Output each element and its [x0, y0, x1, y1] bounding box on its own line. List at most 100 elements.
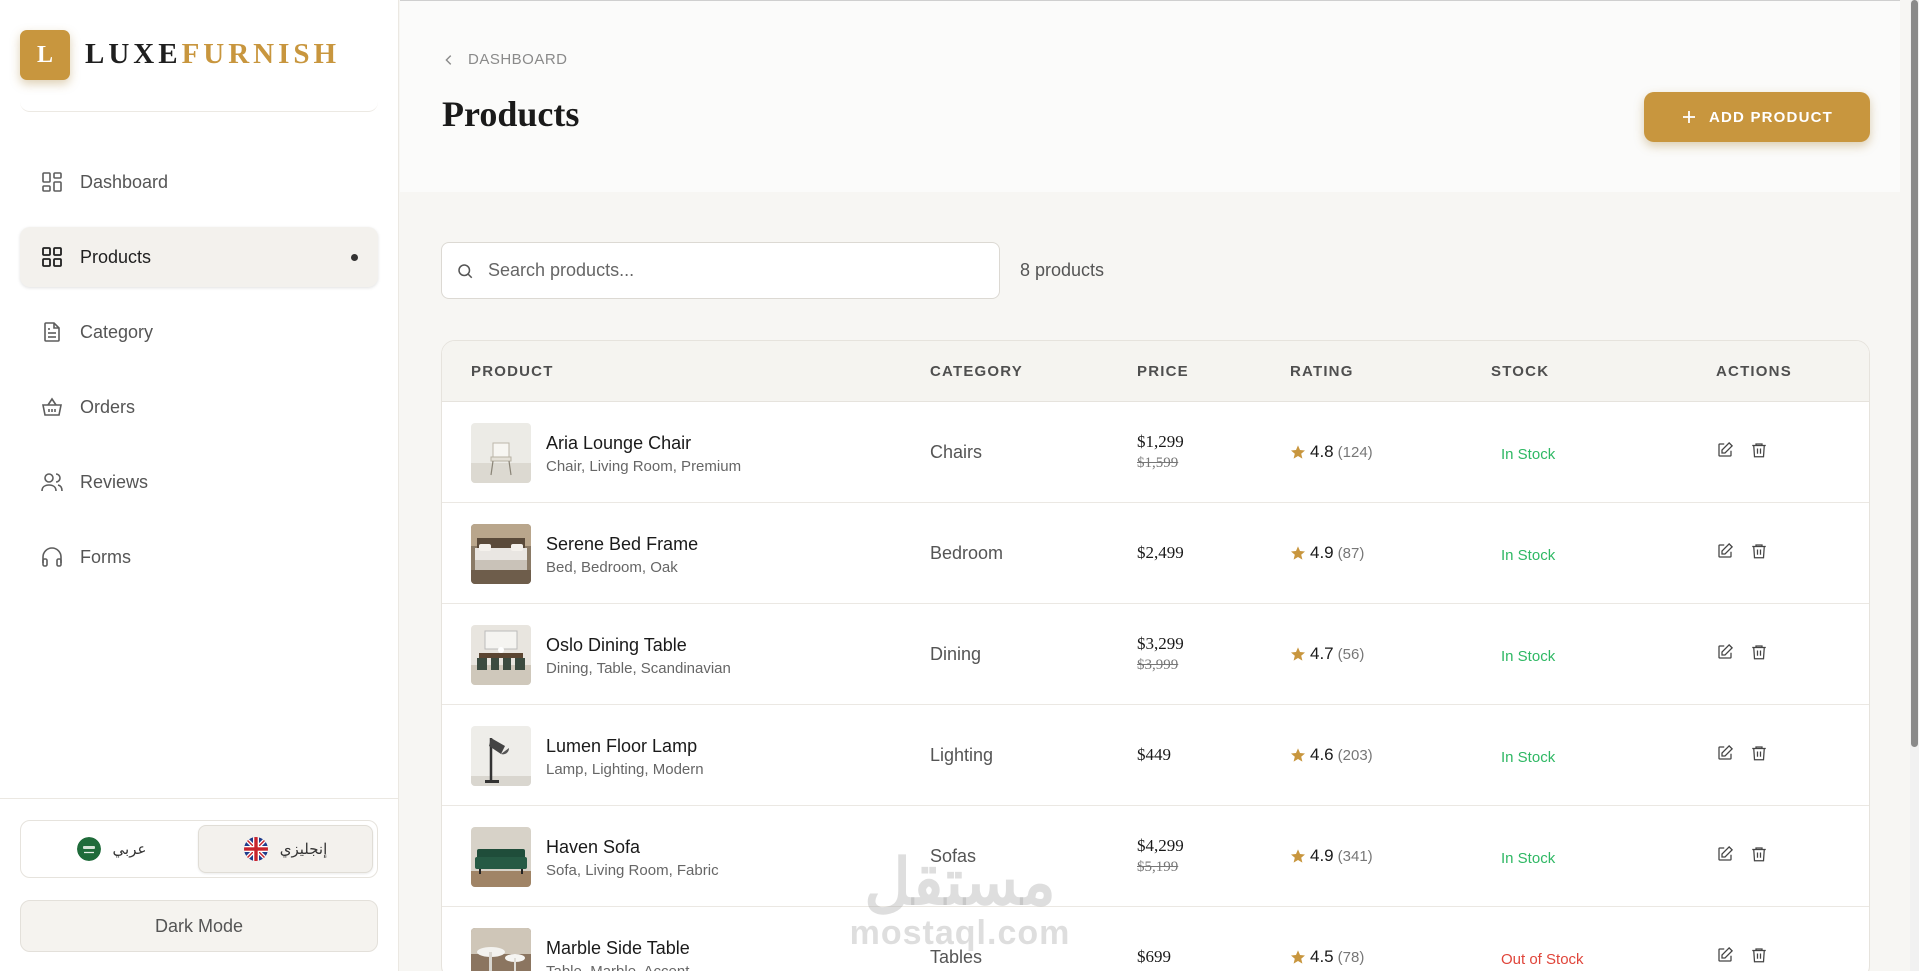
sidebar-item-category[interactable]: Category: [20, 302, 378, 362]
table-row[interactable]: Marble Side Table Table, Marble, Accent …: [442, 907, 1869, 971]
trash-icon[interactable]: [1750, 844, 1768, 864]
headphones-icon: [40, 545, 64, 569]
column-header-rating[interactable]: RATING: [1290, 363, 1354, 380]
product-name: Marble Side Table: [546, 938, 690, 958]
row-actions: [1716, 844, 1768, 864]
language-arabic-label: عربي: [112, 841, 147, 858]
brand-name-part1: LUXE: [85, 38, 182, 70]
table-row[interactable]: Aria Lounge Chair Chair, Living Room, Pr…: [442, 402, 1869, 503]
edit-icon[interactable]: [1716, 844, 1734, 864]
product-name: Oslo Dining Table: [546, 635, 687, 655]
product-image: [471, 423, 531, 483]
product-price: $1,299: [1137, 432, 1184, 451]
table-row[interactable]: Serene Bed Frame Bed, Bedroom, Oak Bedro…: [442, 503, 1869, 604]
document-icon: [40, 320, 64, 344]
product-tags: Chair, Living Room, Premium: [546, 458, 742, 475]
product-price: $699: [1137, 947, 1171, 966]
sidebar-item-orders[interactable]: Orders: [20, 377, 378, 437]
star-icon: [1291, 647, 1305, 661]
product-old-price: $3,999: [1137, 657, 1179, 673]
language-arabic-button[interactable]: عربي: [25, 825, 198, 873]
stock-status: In Stock: [1501, 547, 1556, 564]
trash-icon[interactable]: [1750, 541, 1768, 561]
sidebar-item-label: Orders: [80, 396, 136, 417]
sidebar-item-reviews[interactable]: Reviews: [20, 452, 378, 512]
products-table: PRODUCT CATEGORY PRICE RATING STOCK ACTI…: [441, 340, 1870, 971]
product-tags: Lamp, Lighting, Modern: [546, 761, 704, 778]
sidebar-item-label: Products: [80, 246, 152, 267]
trash-icon[interactable]: [1750, 743, 1768, 763]
rating-value: 4.9: [1310, 846, 1334, 865]
star-icon: [1291, 445, 1305, 459]
search-box: [441, 242, 1000, 299]
product-image: [471, 928, 531, 971]
product-category: Bedroom: [930, 543, 1004, 563]
product-tags: Bed, Bedroom, Oak: [546, 559, 678, 576]
edit-icon[interactable]: [1716, 743, 1734, 763]
rating-count: (78): [1337, 948, 1365, 966]
brand-name-part2: FURNISH: [181, 38, 341, 70]
brand-logo: L: [20, 30, 70, 80]
table-row[interactable]: Haven Sofa Sofa, Living Room, Fabric Sof…: [442, 806, 1869, 907]
language-english-label: إنجليزي: [279, 841, 328, 858]
product-name: Serene Bed Frame: [546, 534, 699, 554]
product-price: $2,499: [1137, 543, 1184, 562]
column-header-price[interactable]: PRICE: [1137, 363, 1189, 380]
sidebar-item-dashboard[interactable]: Dashboard: [20, 152, 378, 212]
product-old-price: $5,199: [1137, 859, 1179, 875]
product-rating: 4.9 (341): [1290, 846, 1373, 866]
product-tags: Sofa, Living Room, Fabric: [546, 862, 719, 879]
product-old-price: $1,599: [1137, 455, 1179, 471]
language-toggle: عربي إنجليزي: [20, 820, 378, 878]
sidebar-item-forms[interactable]: Forms: [20, 527, 378, 587]
dashboard-icon: [40, 170, 64, 194]
table-row[interactable]: Oslo Dining Table Dining, Table, Scandin…: [442, 604, 1869, 705]
row-actions: [1716, 945, 1768, 965]
trash-icon[interactable]: [1750, 642, 1768, 662]
column-header-product[interactable]: PRODUCT: [471, 363, 554, 380]
brand-name: LUXEFURNISH: [85, 38, 340, 71]
rating-count: (56): [1337, 645, 1365, 663]
uk-flag-icon: [243, 837, 268, 861]
rating-count: (87): [1337, 544, 1365, 562]
edit-icon[interactable]: [1716, 440, 1734, 460]
add-product-button[interactable]: ADD PRODUCT: [1644, 92, 1870, 142]
product-rating: 4.8 (124): [1290, 442, 1373, 462]
table-row[interactable]: Lumen Floor Lamp Lamp, Lighting, Modern …: [442, 705, 1869, 806]
rating-value: 4.5: [1310, 947, 1334, 966]
rating-value: 4.6: [1310, 745, 1334, 764]
product-tags: Table, Marble, Accent: [546, 963, 689, 971]
trash-icon[interactable]: [1750, 945, 1768, 965]
product-name: Aria Lounge Chair: [546, 433, 692, 453]
edit-icon[interactable]: [1716, 642, 1734, 662]
sidebar: L LUXEFURNISH Dashboard Products Categor…: [0, 0, 399, 971]
column-header-category[interactable]: CATEGORY: [930, 363, 1023, 380]
product-category: Dining: [930, 644, 982, 664]
sidebar-item-label: Reviews: [80, 471, 149, 492]
breadcrumb[interactable]: DASHBOARD: [442, 51, 568, 68]
brand[interactable]: L LUXEFURNISH: [20, 30, 378, 112]
page-title: Products: [442, 94, 580, 134]
row-actions: [1716, 642, 1768, 662]
edit-icon[interactable]: [1716, 541, 1734, 561]
column-header-stock[interactable]: STOCK: [1491, 363, 1549, 380]
dark-mode-button[interactable]: Dark Mode: [20, 900, 378, 952]
trash-icon[interactable]: [1750, 440, 1768, 460]
product-rating: 4.5 (78): [1290, 947, 1364, 967]
language-english-button[interactable]: إنجليزي: [198, 825, 373, 873]
star-icon: [1291, 950, 1305, 964]
rating-value: 4.8: [1310, 442, 1334, 461]
main-content: DASHBOARD Products ADD PRODUCT 8 product…: [400, 0, 1900, 971]
product-price: $3,299: [1137, 634, 1184, 653]
search-input[interactable]: [488, 260, 968, 281]
edit-icon[interactable]: [1716, 945, 1734, 965]
plus-icon: [1682, 111, 1695, 123]
sidebar-item-products[interactable]: Products: [20, 227, 378, 287]
basket-icon: [40, 395, 64, 419]
scrollbar-thumb[interactable]: [1911, 0, 1918, 747]
add-product-label: ADD PRODUCT: [1708, 108, 1834, 126]
rating-value: 4.7: [1310, 644, 1334, 663]
product-rating: 4.9 (87): [1290, 543, 1364, 563]
product-price: $4,299: [1137, 836, 1184, 855]
product-name: Haven Sofa: [546, 837, 641, 857]
